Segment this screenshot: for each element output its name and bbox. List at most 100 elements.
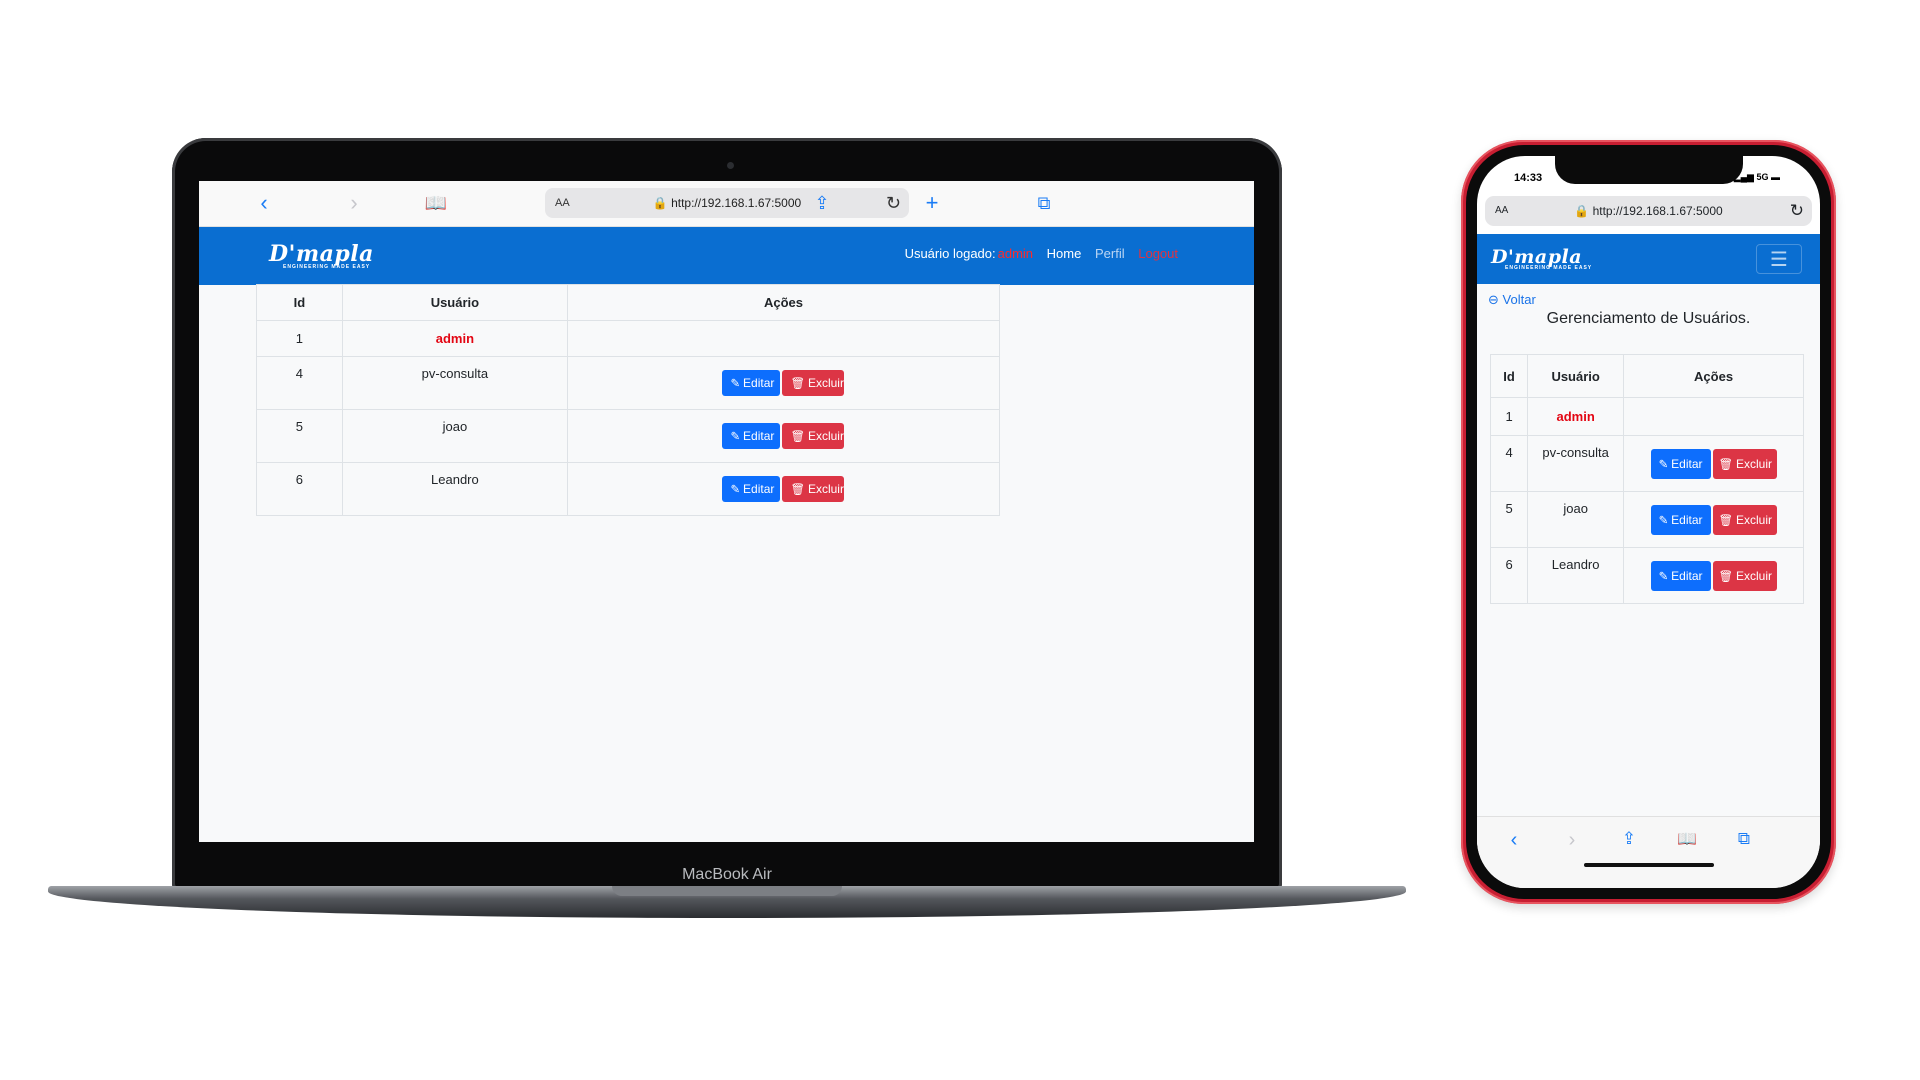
cell-actions <box>1623 397 1804 436</box>
delete-button[interactable]: 🗑 Excluir <box>782 476 845 502</box>
delete-button[interactable]: 🗑 Excluir <box>1712 560 1777 591</box>
trash-icon: 🗑 <box>1718 570 1734 583</box>
url-text: http://192.168.1.67:5000 <box>1592 204 1723 218</box>
table-row: 6 Leandro ✎ Editar 🗑 Excluir <box>1489 547 1804 604</box>
lock-icon: 🔒 <box>652 196 668 210</box>
pencil-square-icon: ✎ <box>1658 514 1669 527</box>
forward-chevron-icon[interactable]: › <box>1557 829 1587 852</box>
page-content: ⊖ Voltar Gerenciamento de Usuários. Id Us… <box>1477 284 1820 844</box>
battery-icon: ▬ <box>1771 172 1780 182</box>
cell-username: joao <box>1527 491 1625 548</box>
trash-icon: 🗑 <box>790 484 805 496</box>
network-label: 5G <box>1756 172 1769 182</box>
url-text: http://192.168.1.67:5000 <box>671 196 802 210</box>
cell-actions: ✎ Editar 🗑 Excluir <box>566 462 1001 516</box>
cell-username: pv-consulta <box>341 356 568 410</box>
cell-id: 5 <box>256 409 343 463</box>
cell-actions: ✎ Editar 🗑 Excluir <box>1623 491 1804 548</box>
column-header: Usuário <box>341 284 568 321</box>
reload-icon[interactable]: ↻ <box>886 188 901 218</box>
cell-id: 6 <box>1489 547 1529 604</box>
cell-id: 4 <box>256 356 343 410</box>
bookmarks-icon[interactable]: 📖 <box>421 189 451 217</box>
menu-toggle-button[interactable]: ☰ <box>1756 244 1802 274</box>
pencil-square-icon: ✎ <box>730 431 741 443</box>
pencil-square-icon: ✎ <box>1658 458 1669 471</box>
edit-button[interactable]: ✎ Editar <box>722 476 781 502</box>
column-header: Id <box>1489 354 1529 398</box>
app-navbar: D'mapla ENGINEERING MADE EASY ☰ <box>1477 234 1820 284</box>
column-header: Usuário <box>1527 354 1625 398</box>
pencil-square-icon: ✎ <box>730 378 741 390</box>
brand-logo[interactable]: D'mapla ENGINEERING MADE EASY <box>1491 246 1592 271</box>
column-header: Ações <box>566 284 1001 321</box>
delete-button[interactable]: 🗑 Excluir <box>782 370 845 396</box>
cell-username: joao <box>341 409 568 463</box>
lock-icon: 🔒 <box>1574 204 1590 218</box>
edit-button[interactable]: ✎ Editar <box>1650 448 1711 479</box>
laptop-screen: ‹ › 📖 AA 🔒 http://192.168.1.67:5000 ↻ ⇪ … <box>199 181 1254 842</box>
back-chevron-icon[interactable]: ‹ <box>1499 829 1529 852</box>
edit-button[interactable]: ✎ Editar <box>1650 504 1711 535</box>
edit-button[interactable]: ✎ Editar <box>722 423 781 449</box>
page-title: Gerenciamento de Usuários. <box>1546 310 1751 327</box>
nav-logout[interactable]: Logout <box>1138 246 1178 261</box>
bookmarks-icon[interactable]: 📖 <box>1672 829 1702 849</box>
users-table: Id Usuário Ações 1 admin 4 pv-consulta ✎ Editar 🗑… <box>256 284 1001 516</box>
table-row: 4 pv-consulta ✎ Editar 🗑 Excluir <box>256 356 1001 410</box>
back-link[interactable]: ⊖ Voltar <box>1488 292 1536 308</box>
nav-home[interactable]: Home <box>1047 246 1082 261</box>
cell-actions <box>566 320 1001 357</box>
logged-user-name: admin <box>997 246 1034 261</box>
cell-actions: ✎ Editar 🗑 Excluir <box>1623 547 1804 604</box>
column-header: Ações <box>1623 354 1804 398</box>
app-navbar: D'mapla ENGINEERING MADE EASY Usuário lo… <box>199 227 1254 285</box>
cell-actions: ✎ Editar 🗑 Excluir <box>566 409 1001 463</box>
table-row: 1 admin <box>1489 397 1804 436</box>
table-row: 1 admin <box>256 320 1001 357</box>
status-bar: 14:33 ▂▄▆ 5G ▬ <box>1477 156 1820 196</box>
laptop-camera <box>727 162 734 169</box>
column-header: Id <box>256 284 343 321</box>
trash-icon: 🗑 <box>790 431 805 443</box>
delete-button[interactable]: 🗑 Excluir <box>1712 448 1777 479</box>
back-chevron-icon[interactable]: ‹ <box>249 189 279 217</box>
brand-logo[interactable]: D'mapla ENGINEERING MADE EASY <box>269 241 374 270</box>
address-bar[interactable]: AA 🔒 http://192.168.1.67:5000 ↻ <box>545 188 909 218</box>
tabs-icon[interactable]: ⧉ <box>1729 829 1759 849</box>
arrow-left-circle-icon: ⊖ <box>1488 292 1499 307</box>
new-tab-icon[interactable]: + <box>917 189 947 217</box>
pencil-square-icon: ✎ <box>730 484 741 496</box>
users-table: Id Usuário Ações 1 admin 4 pv-consulta ✎ Editar 🗑… <box>1489 354 1804 604</box>
cell-id: 6 <box>256 462 343 516</box>
edit-button[interactable]: ✎ Editar <box>722 370 781 396</box>
cell-id: 1 <box>256 320 343 357</box>
delete-button[interactable]: 🗑 Excluir <box>782 423 845 449</box>
cell-id: 1 <box>1489 397 1529 436</box>
table-row: 5 joao ✎ Editar 🗑 Excluir <box>256 409 1001 463</box>
address-bar[interactable]: AA 🔒 http://192.168.1.67:5000 ↻ <box>1485 196 1812 226</box>
table-row: 6 Leandro ✎ Editar 🗑 Excluir <box>256 462 1001 516</box>
edit-button[interactable]: ✎ Editar <box>1650 560 1711 591</box>
cell-username: admin <box>1527 397 1625 436</box>
table-header-row: Id Usuário Ações <box>256 284 1001 321</box>
trash-icon: 🗑 <box>790 378 805 390</box>
tabs-icon[interactable]: ⧉ <box>1029 189 1059 217</box>
nav-perfil[interactable]: Perfil <box>1095 246 1125 261</box>
signal-icon: ▂▄▆ <box>1733 172 1754 182</box>
laptop-hinge-notch <box>612 886 842 896</box>
reload-icon[interactable]: ↻ <box>1790 196 1804 226</box>
logged-user-label: Usuário logado: <box>904 246 996 261</box>
cell-username: admin <box>341 320 568 357</box>
safari-toolbar: ‹ › 📖 AA 🔒 http://192.168.1.67:5000 ↻ ⇪ … <box>199 181 1254 227</box>
forward-chevron-icon[interactable]: › <box>339 189 369 217</box>
table-row: 4 pv-consulta ✎ Editar 🗑 Excluir <box>1489 435 1804 492</box>
cell-username: Leandro <box>1527 547 1625 604</box>
status-time: 14:33 <box>1514 172 1543 184</box>
delete-button[interactable]: 🗑 Excluir <box>1712 504 1777 535</box>
table-row: 5 joao ✎ Editar 🗑 Excluir <box>1489 491 1804 548</box>
share-icon[interactable]: ⇪ <box>1614 829 1644 849</box>
share-icon[interactable]: ⇪ <box>807 189 837 217</box>
hamburger-icon: ☰ <box>1770 249 1788 271</box>
pencil-square-icon: ✎ <box>1658 570 1669 583</box>
